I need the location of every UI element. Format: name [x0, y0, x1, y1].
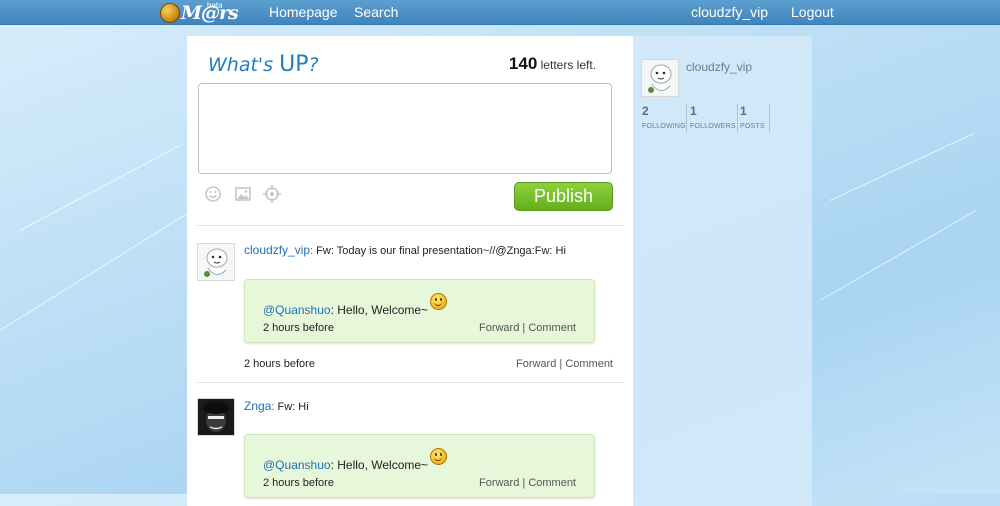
- logout-link[interactable]: Logout: [791, 4, 834, 20]
- forwarded-timestamp: 2 hours before: [263, 322, 334, 334]
- composer-title: What's UP?: [208, 52, 319, 77]
- stat-value: 1: [740, 104, 747, 118]
- status-textarea[interactable]: [198, 83, 612, 174]
- background-streak: [819, 210, 977, 301]
- forwarded-text: @Quanshuo: Hello, Welcome~: [263, 448, 448, 472]
- avatar[interactable]: [197, 398, 235, 436]
- divider: [197, 382, 623, 383]
- stat-label: POSTS: [740, 123, 765, 130]
- letters-counter: 140 letters left.: [509, 54, 596, 74]
- forwarded-timestamp: 2 hours before: [263, 477, 334, 489]
- avatar[interactable]: [197, 243, 235, 281]
- forward-link[interactable]: Forward: [516, 358, 556, 370]
- forwarded-post: @Quanshuo: Hello, Welcome~ 2 hours befor…: [244, 279, 595, 343]
- planet-icon: [160, 3, 180, 23]
- background-streak: [829, 132, 976, 201]
- stat-label: FOLLOWING: [642, 123, 686, 130]
- nav-homepage[interactable]: Homepage: [269, 4, 338, 20]
- profile-username[interactable]: cloudzfy_vip: [686, 60, 752, 74]
- forwarded-actions: Forward | Comment: [478, 322, 576, 334]
- mention-link[interactable]: @Quanshuo: [263, 458, 331, 472]
- post-text: Fw: Today is our final presentation~//@Z…: [316, 245, 566, 257]
- avatar[interactable]: [641, 59, 679, 97]
- stat-posts[interactable]: 1 POSTS: [740, 104, 770, 132]
- image-icon[interactable]: [233, 184, 253, 204]
- post-header: Znga: Fw: Hi: [244, 399, 309, 413]
- forwarded-actions: Forward | Comment: [478, 477, 576, 489]
- letters-count: 140: [508, 54, 538, 73]
- main-panel: What's UP? 140 letters left. Publish clo…: [187, 36, 633, 506]
- forwarded-post: @Quanshuo: Hello, Welcome~ 2 hours befor…: [244, 434, 595, 498]
- post-author-link[interactable]: Znga: [244, 399, 271, 413]
- location-icon[interactable]: [262, 184, 282, 204]
- publish-button[interactable]: Publish: [514, 182, 613, 211]
- comment-link[interactable]: Comment: [528, 322, 576, 334]
- post-actions: Forward | Comment: [515, 358, 613, 370]
- post-timestamp: 2 hours before: [244, 358, 315, 370]
- stat-following[interactable]: 2 FOLLOWING: [642, 104, 687, 132]
- smiley-emoticon-icon: [430, 293, 448, 310]
- letters-label: letters left.: [540, 58, 596, 72]
- post-author-link[interactable]: cloudzfy_vip: [244, 243, 310, 257]
- post-header: cloudzfy_vip: Fw: Today is our final pre…: [244, 243, 566, 257]
- profile-sidebar: cloudzfy_vip 2 FOLLOWING 1 FOLLOWERS 1 P…: [633, 36, 812, 506]
- mars-logo[interactable]: M@rs beta: [160, 1, 239, 23]
- stat-label: FOLLOWERS: [690, 123, 736, 130]
- post-colon: :: [310, 245, 314, 257]
- beta-badge: beta: [207, 1, 223, 10]
- forward-link[interactable]: Forward: [479, 477, 519, 489]
- mention-link[interactable]: @Quanshuo: [263, 303, 331, 317]
- comment-link[interactable]: Comment: [528, 477, 576, 489]
- background-streak: [19, 145, 180, 231]
- top-navigation-bar: M@rs beta Homepage Search cloudzfy_vip L…: [0, 0, 1000, 25]
- post-colon: :: [271, 401, 275, 413]
- stat-followers[interactable]: 1 FOLLOWERS: [690, 104, 738, 132]
- post-text: Fw: Hi: [277, 401, 309, 413]
- stat-value: 2: [642, 104, 649, 118]
- divider: [197, 225, 623, 226]
- forward-link[interactable]: Forward: [479, 322, 519, 334]
- smiley-emoticon-icon: [430, 448, 448, 465]
- forwarded-text: @Quanshuo: Hello, Welcome~: [263, 293, 448, 317]
- comment-link[interactable]: Comment: [565, 358, 613, 370]
- nav-user[interactable]: cloudzfy_vip: [691, 4, 768, 20]
- stat-value: 1: [690, 104, 697, 118]
- nav-search[interactable]: Search: [354, 4, 398, 20]
- smiley-icon[interactable]: [203, 184, 223, 204]
